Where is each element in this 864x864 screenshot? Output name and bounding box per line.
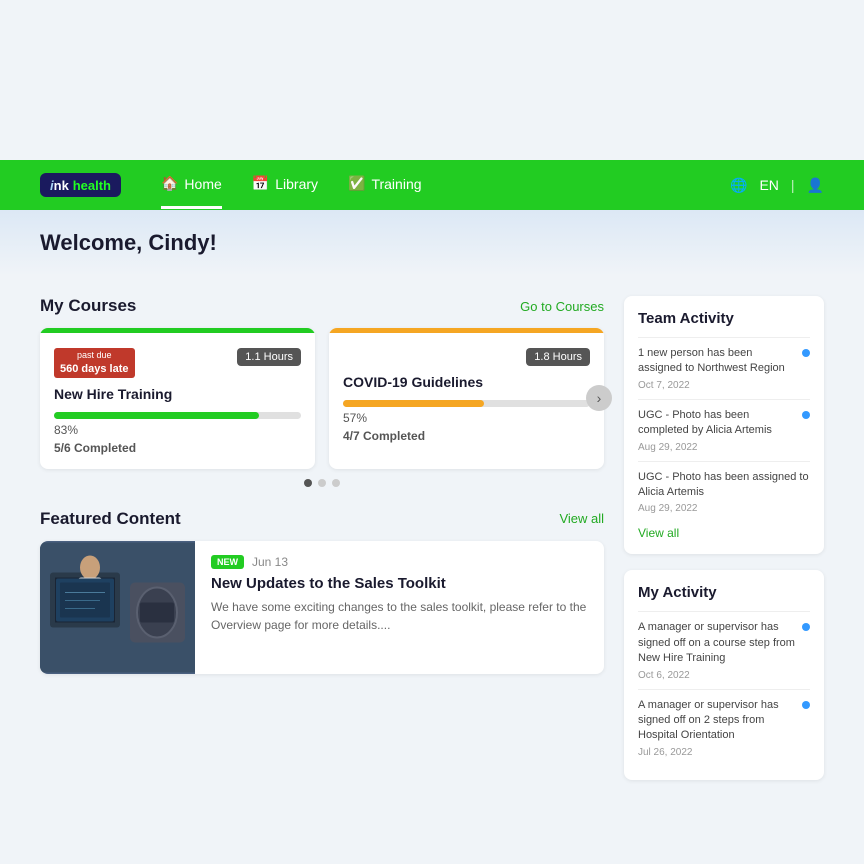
team-activity-item-1-content: 1 new person has been assigned to Northw… (638, 346, 796, 391)
nav-divider: | (791, 177, 795, 193)
featured-content-section: Featured Content View all (40, 509, 604, 674)
course2-completed: 4/7 Completed (343, 429, 590, 443)
team-activity-item-3: UGC - Photo has been assigned to Alicia … (638, 461, 810, 523)
featured-header: Featured Content View all (40, 509, 604, 529)
dot-1 (304, 479, 312, 487)
my-activity-title: My Activity (638, 584, 810, 601)
featured-tag-row: NEW Jun 13 (211, 555, 588, 569)
nav-library[interactable]: 📅 Library (252, 161, 318, 209)
my-activity-item-2-content: A manager or supervisor has signed off o… (638, 698, 796, 758)
featured-view-all-link[interactable]: View all (559, 511, 604, 526)
language-label[interactable]: EN (759, 177, 778, 193)
team-activity-item-3-content: UGC - Photo has been assigned to Alicia … (638, 470, 810, 515)
team-activity-card: Team Activity 1 new person has been assi… (624, 296, 824, 554)
right-panel: Team Activity 1 new person has been assi… (624, 296, 824, 796)
course1-completed: 5/6 Completed (54, 441, 301, 455)
course1-name: New Hire Training (54, 386, 301, 402)
course2-top-bar (329, 328, 604, 333)
home-icon: 🏠 (161, 175, 178, 192)
welcome-banner: Welcome, Cindy! (0, 210, 864, 276)
top-space (0, 0, 864, 160)
nav-home[interactable]: 🏠 Home (161, 161, 222, 209)
dot-2 (318, 479, 326, 487)
team-dot-1 (802, 349, 810, 357)
team-view-all-link[interactable]: View all (638, 526, 810, 540)
my-activity-item-1: A manager or supervisor has signed off o… (638, 611, 810, 688)
my-dot-2 (802, 701, 810, 709)
left-panel: My Courses Go to Courses past due 560 da… (40, 296, 604, 796)
welcome-title: Welcome, Cindy! (40, 230, 824, 256)
go-to-courses-link[interactable]: Go to Courses (520, 299, 604, 314)
training-icon: ✅ (348, 175, 365, 192)
team-dot-2 (802, 411, 810, 419)
course2-name: COVID-19 Guidelines (343, 374, 590, 390)
team-activity-item-1: 1 new person has been assigned to Northw… (638, 337, 810, 399)
course2-hours: 1.8 Hours (526, 348, 590, 366)
navbar: ink health 🏠 Home 📅 Library ✅ Training 🌐… (0, 160, 864, 210)
user-icon[interactable]: 👤 (807, 177, 824, 194)
course-card-2: 1.8 Hours COVID-19 Guidelines 57% 4/7 Co… (329, 328, 604, 469)
featured-card[interactable]: NEW Jun 13 New Updates to the Sales Tool… (40, 541, 604, 674)
course1-progress-bg (54, 412, 301, 419)
featured-item-desc: We have some exciting changes to the sal… (211, 598, 588, 634)
courses-row: past due 560 days late 1.1 Hours New Hir… (40, 328, 604, 469)
featured-body: NEW Jun 13 New Updates to the Sales Tool… (195, 541, 604, 674)
course1-top-bar (40, 328, 315, 333)
carousel-dots (40, 479, 604, 487)
nav-links: 🏠 Home 📅 Library ✅ Training (161, 161, 730, 209)
new-badge: NEW (211, 555, 244, 569)
courses-title: My Courses (40, 296, 136, 316)
course1-hours: 1.1 Hours (237, 348, 301, 366)
featured-image-svg (40, 541, 195, 674)
course2-progress-fill (343, 400, 484, 407)
logo[interactable]: ink health (40, 173, 121, 197)
globe-icon: 🌐 (730, 177, 747, 194)
team-activity-item-2-content: UGC - Photo has been completed by Alicia… (638, 408, 796, 453)
featured-item-title: New Updates to the Sales Toolkit (211, 575, 588, 592)
courses-header: My Courses Go to Courses (40, 296, 604, 316)
course1-pct: 83% (54, 423, 301, 437)
team-activity-item-2: UGC - Photo has been completed by Alicia… (638, 399, 810, 461)
my-courses-section: My Courses Go to Courses past due 560 da… (40, 296, 604, 487)
course2-progress-bg (343, 400, 590, 407)
team-activity-title: Team Activity (638, 310, 810, 327)
course2-pct: 57% (343, 411, 590, 425)
main-content: My Courses Go to Courses past due 560 da… (0, 276, 864, 816)
my-dot-1 (802, 623, 810, 631)
course1-badge-row: past due 560 days late 1.1 Hours (54, 348, 301, 378)
featured-date: Jun 13 (252, 555, 288, 569)
course1-progress-fill (54, 412, 259, 419)
library-icon: 📅 (252, 175, 269, 192)
my-activity-item-1-content: A manager or supervisor has signed off o… (638, 620, 796, 680)
course-card-1: past due 560 days late 1.1 Hours New Hir… (40, 328, 315, 469)
my-activity-card: My Activity A manager or supervisor has … (624, 570, 824, 779)
featured-image (40, 541, 195, 674)
past-due-badge: past due 560 days late (54, 348, 135, 378)
featured-title: Featured Content (40, 509, 181, 529)
nav-training[interactable]: ✅ Training (348, 161, 422, 209)
course2-badge-row: 1.8 Hours (343, 348, 590, 366)
dot-3 (332, 479, 340, 487)
carousel-next-button[interactable]: › (586, 385, 612, 411)
logo-text: ink health (50, 177, 111, 193)
nav-right: 🌐 EN | 👤 (730, 177, 824, 194)
my-activity-item-2: A manager or supervisor has signed off o… (638, 689, 810, 766)
